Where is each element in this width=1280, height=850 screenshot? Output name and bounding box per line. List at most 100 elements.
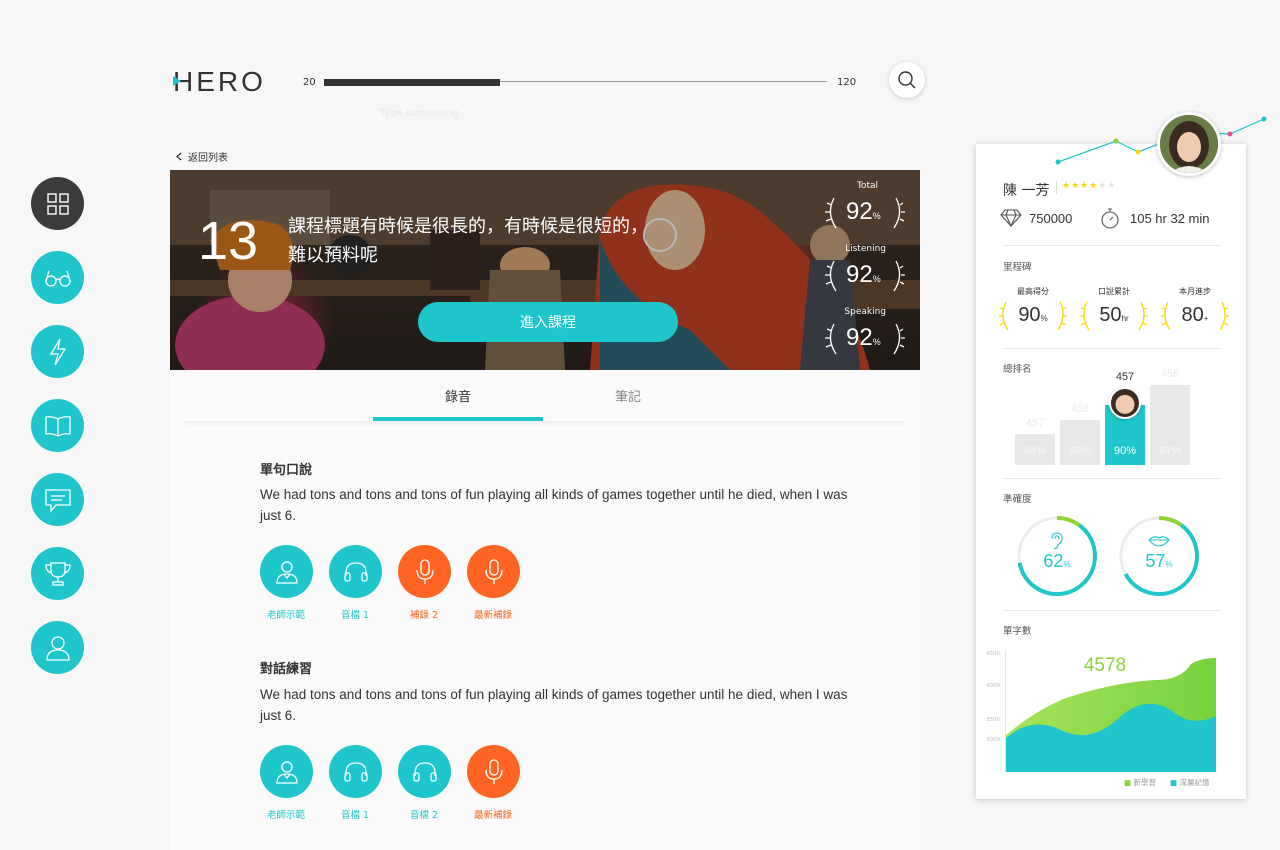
milestone-value: 50 xyxy=(1099,304,1122,326)
divider xyxy=(1003,478,1221,479)
audio-1-button[interactable] xyxy=(329,745,382,798)
teacher-demo-button[interactable] xyxy=(260,745,313,798)
time-value: 105 hr 32 min xyxy=(1130,211,1210,226)
lightning-icon xyxy=(49,338,66,365)
axis-tick: 3500 xyxy=(986,717,1000,723)
accuracy-title: 準確度 xyxy=(1003,494,1032,505)
words-title: 單字數 xyxy=(1003,626,1032,637)
accuracy-ring-listening: 62% xyxy=(1015,514,1099,598)
nav-user[interactable] xyxy=(31,621,84,674)
score-label-total: Total xyxy=(856,181,878,191)
audio-2-button[interactable] xyxy=(398,745,451,798)
ranking-percent: 91% xyxy=(1158,445,1182,457)
accuracy-value: 62 xyxy=(1043,551,1064,571)
nav-glasses[interactable] xyxy=(31,251,84,304)
ranking-percent: 84% xyxy=(1023,445,1047,457)
microphone-icon xyxy=(415,558,434,584)
search-button[interactable] xyxy=(889,62,925,98)
grid-icon xyxy=(46,192,69,215)
diamond-icon xyxy=(1000,209,1022,231)
nav-trophy[interactable] xyxy=(31,547,84,600)
axis-tick: 4000 xyxy=(986,683,1000,689)
score-value-listening: 92 xyxy=(846,261,873,288)
profile-name: 陳 一芳 xyxy=(1003,183,1050,199)
book-icon xyxy=(44,415,71,437)
axis-tick: 4500 xyxy=(986,651,1000,657)
headphones-icon xyxy=(412,761,437,782)
nav-lightning[interactable] xyxy=(31,325,84,378)
ranking-percent: 88% xyxy=(1068,445,1092,457)
ranking-rank: 457 xyxy=(1115,371,1135,383)
action-label: 音檔 1 xyxy=(340,610,370,621)
divider xyxy=(1003,610,1221,611)
chat-icon xyxy=(44,488,71,513)
lesson-number: 13 xyxy=(198,211,259,271)
star-icon: ★ xyxy=(1080,181,1090,191)
score-label-listening: Listening xyxy=(845,244,886,254)
score-unit-speaking: % xyxy=(872,337,881,347)
score-unit-listening: % xyxy=(872,274,881,284)
score-value-total: 92 xyxy=(846,198,873,225)
latest-rerecord-button[interactable] xyxy=(467,745,520,798)
star-icon: ★ xyxy=(1062,181,1072,191)
app-logo: HERO xyxy=(173,66,266,97)
ranking-rank: 458 xyxy=(1070,403,1090,415)
legend-item: ■ 新學習 xyxy=(1124,778,1156,787)
progress-min: 20 xyxy=(303,77,316,88)
audio-1-button[interactable] xyxy=(329,545,382,598)
milestone-title: 里程碑 xyxy=(1003,262,1032,273)
enter-course-button[interactable]: 進入課程 xyxy=(418,302,678,342)
stopwatch-icon xyxy=(1100,208,1120,233)
avatar-photo xyxy=(1160,115,1218,173)
milestone-value: 90 xyxy=(1018,304,1041,326)
score-unit-total: % xyxy=(872,211,881,221)
divider xyxy=(1003,348,1221,349)
section-title: 對話練習 xyxy=(260,662,313,677)
glasses-icon xyxy=(44,270,71,287)
chevron-left-icon xyxy=(176,152,182,161)
action-label: 老師示範 xyxy=(266,610,305,621)
teacher-demo-button[interactable] xyxy=(260,545,313,598)
action-label: 老師示範 xyxy=(266,810,305,821)
back-label: 返回列表 xyxy=(188,153,228,164)
user-icon xyxy=(45,635,70,661)
ranking-percent: 90% xyxy=(1113,445,1137,457)
trophy-icon xyxy=(44,561,71,586)
tab-notes[interactable]: 筆記 xyxy=(543,386,713,405)
rerecord-2-button[interactable] xyxy=(398,545,451,598)
points-value: 750000 xyxy=(1029,211,1073,226)
back-link[interactable]: 返回列表 xyxy=(176,149,228,164)
star-icon: ★ xyxy=(1107,181,1117,191)
accuracy-unit: % xyxy=(1165,560,1173,569)
milestone-label: 口說累計 xyxy=(1098,287,1130,296)
score-listening: 92% xyxy=(824,259,906,293)
ranking-avatar xyxy=(1109,387,1141,419)
search-icon xyxy=(898,71,916,89)
star-icon: ★ xyxy=(1071,181,1081,191)
headphones-icon xyxy=(343,761,368,782)
accuracy-value: 57 xyxy=(1145,551,1166,571)
score-value-speaking: 92 xyxy=(846,324,873,351)
legend-label: 深層記憶 xyxy=(1179,778,1210,787)
milestone-unit: % xyxy=(1040,314,1048,323)
tab-recording[interactable]: 錄音 xyxy=(373,386,543,405)
avatar[interactable] xyxy=(1157,112,1221,176)
words-total: 4578 xyxy=(1083,655,1127,676)
lesson-banner: 13 課程標題有時候是很長的，有時候是很短的，難以預料呢 進入課程 Total … xyxy=(170,170,920,370)
latest-rerecord-button[interactable] xyxy=(467,545,520,598)
headphones-icon xyxy=(343,561,368,582)
divider xyxy=(1003,245,1221,246)
milestone-unit: + xyxy=(1203,314,1209,323)
progress-hint: Type something xyxy=(380,108,460,119)
teacher-icon xyxy=(275,760,298,784)
nav-grid[interactable] xyxy=(31,177,84,230)
section-text: We had tons and tons and tons of fun pla… xyxy=(260,687,848,723)
ranking-chart: 84% 457 88% 458 90% 457 91% 456 xyxy=(1003,365,1221,465)
ranking-rank: 457 xyxy=(1025,417,1045,429)
lips-icon xyxy=(1148,536,1170,547)
section-text: We had tons and tons and tons of fun pla… xyxy=(260,487,848,523)
nav-chat[interactable] xyxy=(31,473,84,526)
ranking-rank: 456 xyxy=(1160,368,1180,380)
nav-book[interactable] xyxy=(31,399,84,452)
score-label-speaking: Speaking xyxy=(844,307,886,317)
